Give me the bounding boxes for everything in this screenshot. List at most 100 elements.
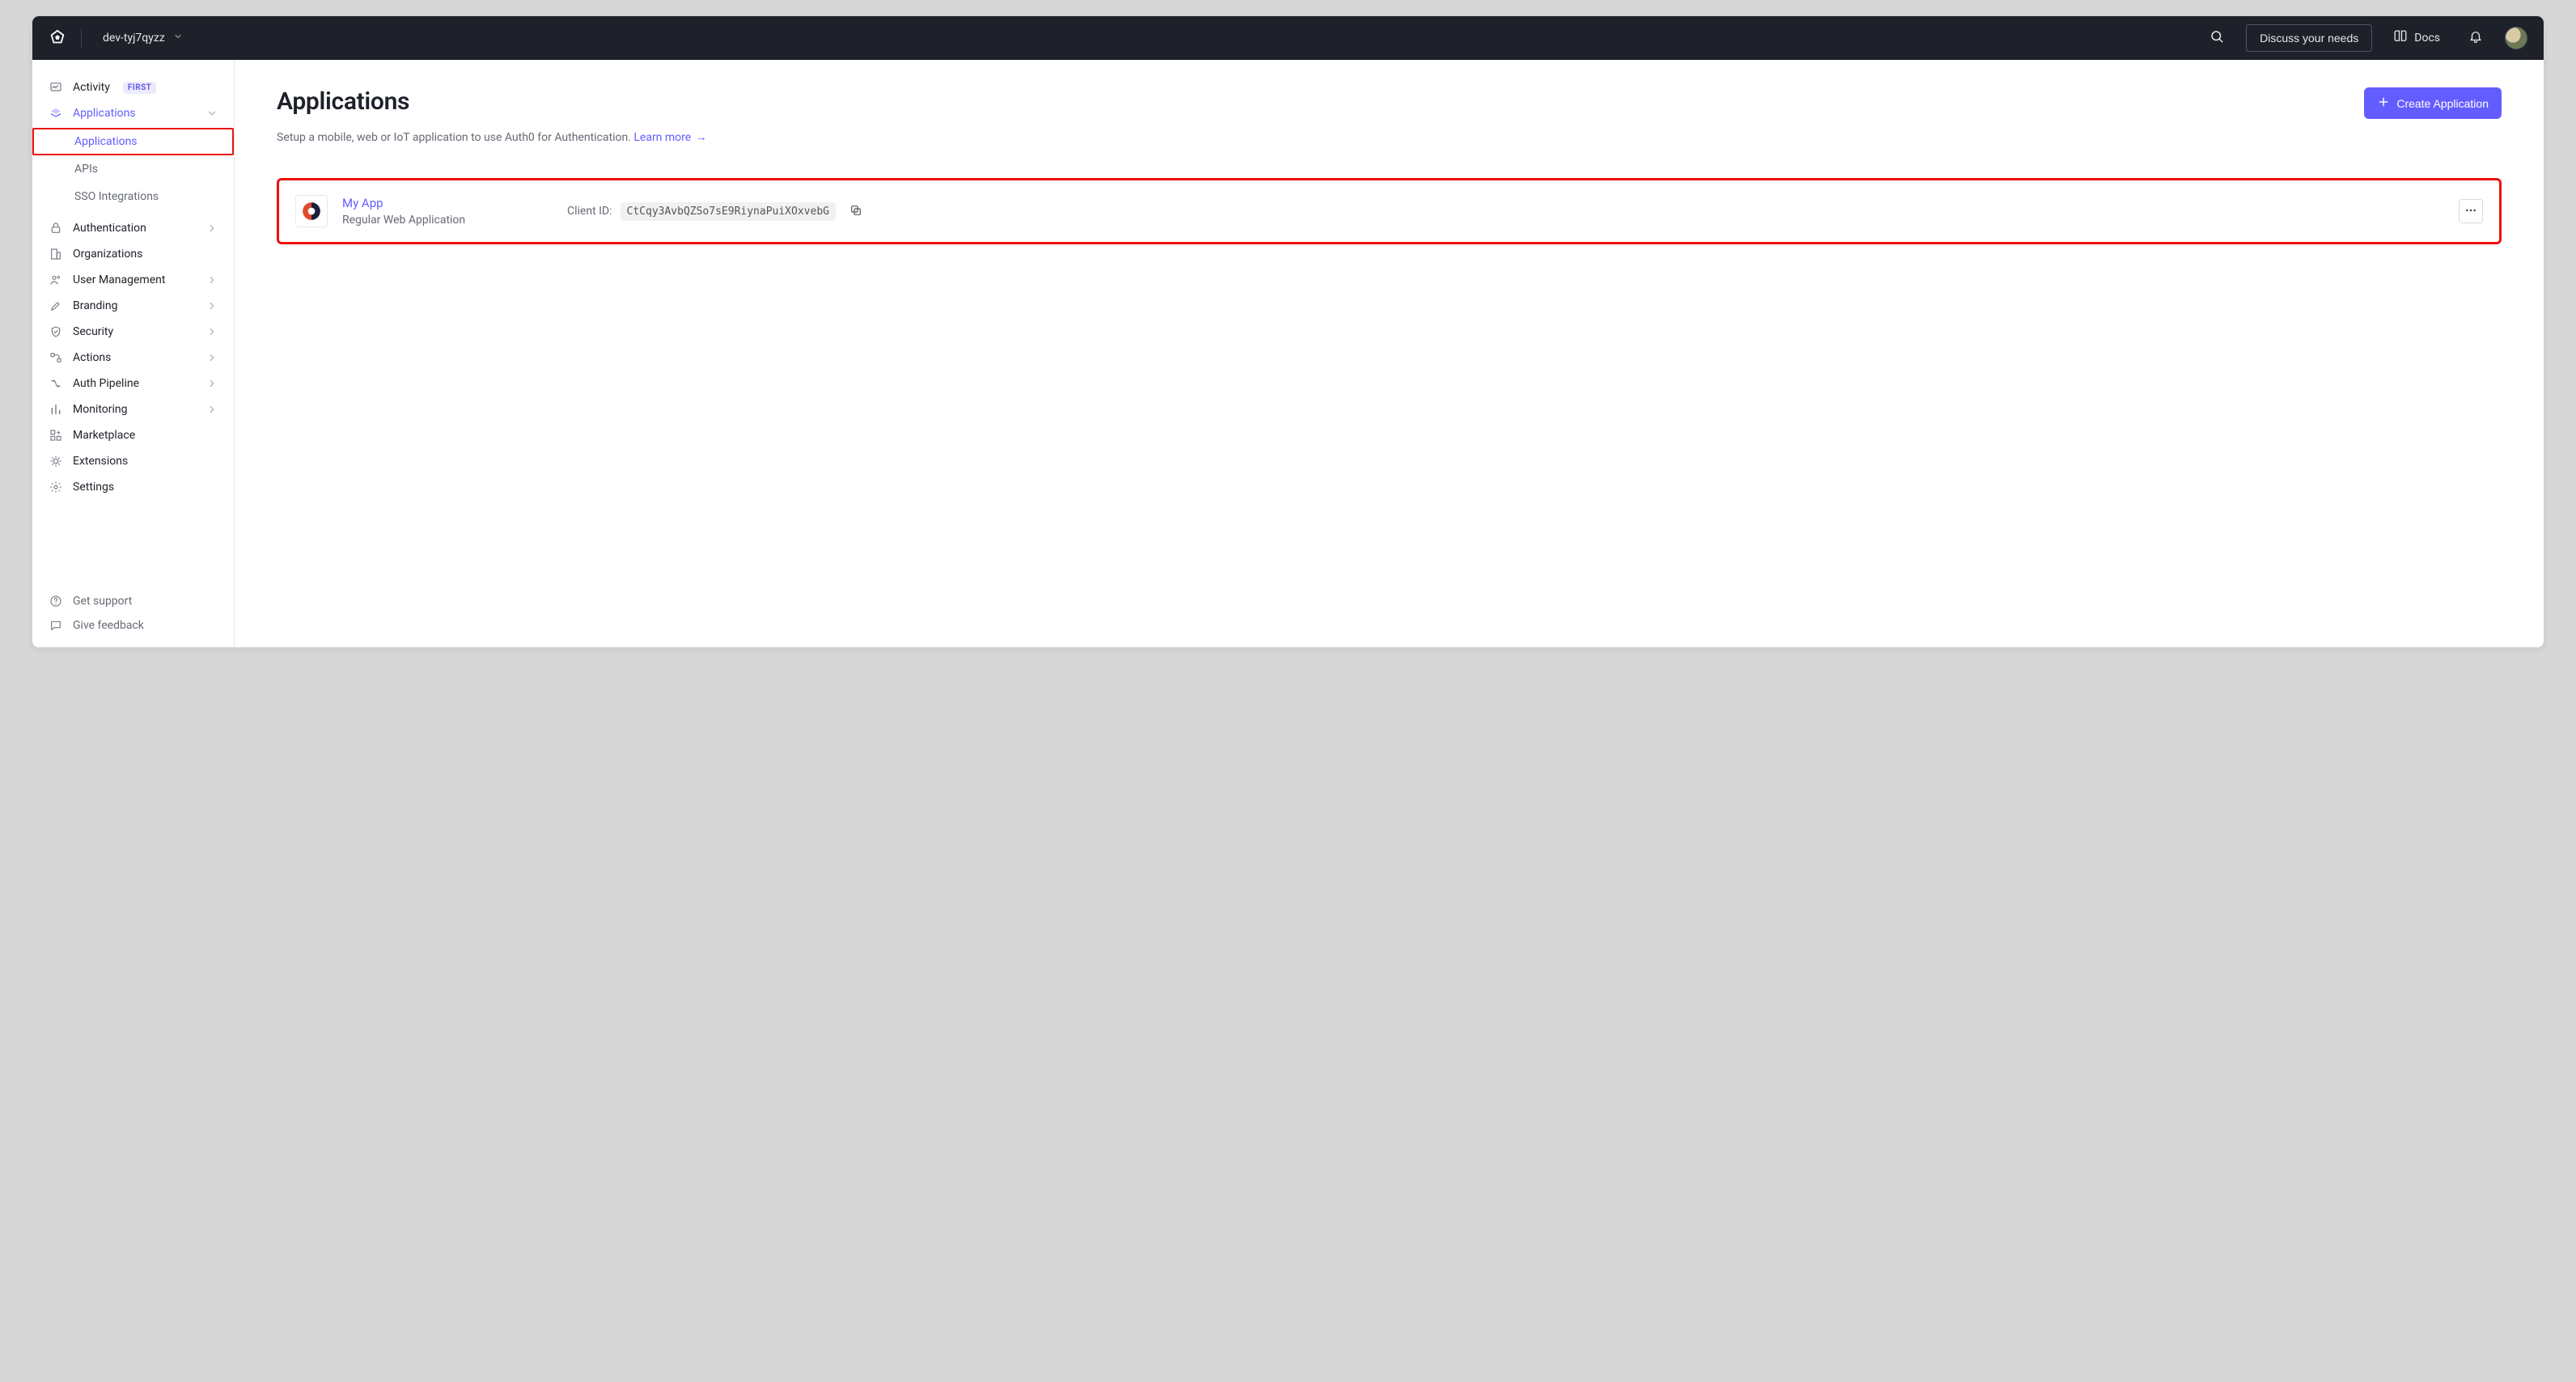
- client-id-value: CtCqy3AvbQZSo7sE9RiynaPuiXOxvebG: [621, 202, 836, 221]
- search-icon: [2210, 29, 2224, 47]
- client-id-block: Client ID: CtCqy3AvbQZSo7sE9RiynaPuiXOxv…: [567, 199, 868, 223]
- sidebar: Activity FIRST Applications Applications…: [32, 60, 235, 647]
- sidebar-item-branding[interactable]: Branding: [32, 293, 234, 319]
- layers-icon: [49, 107, 63, 120]
- bar-chart-icon: [49, 403, 63, 416]
- sidebar-item-label: Actions: [73, 351, 111, 364]
- chevron-right-icon: [206, 300, 218, 312]
- main-content: Applications Create Application Setup a …: [235, 60, 2544, 647]
- arrow-right-icon: →: [696, 131, 707, 144]
- sidebar-item-label: Authentication: [73, 222, 146, 235]
- application-name-link[interactable]: My App: [342, 196, 383, 210]
- chevron-right-icon: [206, 223, 218, 234]
- chevron-down-icon: [206, 108, 218, 119]
- copy-icon: [849, 204, 862, 219]
- sidebar-subnav-applications: Applications APIs SSO Integrations: [32, 126, 234, 215]
- bell-icon: [2468, 29, 2483, 47]
- tenant-name: dev-tyj7qyzz: [103, 32, 165, 45]
- sidebar-item-actions[interactable]: Actions: [32, 345, 234, 371]
- application-row: My App Regular Web Application Client ID…: [277, 178, 2502, 244]
- sidebar-subitem-apis[interactable]: APIs: [32, 155, 234, 183]
- sidebar-item-user-management[interactable]: User Management: [32, 267, 234, 293]
- brush-icon: [49, 299, 63, 312]
- sidebar-item-label: Settings: [73, 481, 114, 494]
- flow-icon: [49, 351, 63, 364]
- topbar-separator: [81, 28, 82, 48]
- feedback-label: Give feedback: [73, 619, 144, 632]
- plus-icon: [2377, 95, 2390, 111]
- app-window: dev-tyj7qyzz Discuss your needs Docs: [32, 16, 2544, 647]
- lock-icon: [49, 222, 63, 235]
- sidebar-item-label: Branding: [73, 299, 117, 312]
- application-logo: [295, 195, 328, 227]
- shield-icon: [49, 325, 63, 338]
- get-support-link[interactable]: Get support: [32, 589, 234, 613]
- chevron-right-icon: [206, 352, 218, 363]
- puzzle-icon: [49, 455, 63, 468]
- sidebar-item-label: Marketplace: [73, 429, 135, 442]
- application-meta: My App Regular Web Application: [342, 196, 520, 227]
- sidebar-item-label: Applications: [73, 107, 136, 120]
- chevron-right-icon: [206, 274, 218, 286]
- application-type: Regular Web Application: [342, 214, 520, 227]
- page-header: Applications Create Application: [277, 87, 2502, 119]
- docs-link[interactable]: Docs: [2387, 24, 2447, 52]
- chevron-right-icon: [206, 326, 218, 337]
- sidebar-subitem-sso[interactable]: SSO Integrations: [32, 183, 234, 210]
- discuss-needs-button[interactable]: Discuss your needs: [2246, 24, 2372, 52]
- topbar-left: dev-tyj7qyzz: [49, 27, 189, 49]
- copy-client-id-button[interactable]: [844, 199, 868, 223]
- sidebar-item-label: Security: [73, 325, 113, 338]
- book-icon: [2393, 29, 2408, 47]
- building-icon: [49, 248, 63, 261]
- sidebar-item-auth-pipeline[interactable]: Auth Pipeline: [32, 371, 234, 396]
- sidebar-item-monitoring[interactable]: Monitoring: [32, 396, 234, 422]
- sidebar-item-organizations[interactable]: Organizations: [32, 241, 234, 267]
- page-description: Setup a mobile, web or IoT application t…: [277, 130, 2502, 144]
- user-avatar[interactable]: [2505, 27, 2527, 49]
- message-icon: [49, 619, 63, 632]
- docs-label: Docs: [2414, 32, 2440, 45]
- create-application-button[interactable]: Create Application: [2364, 87, 2502, 119]
- sidebar-item-activity[interactable]: Activity FIRST: [32, 74, 234, 100]
- sidebar-item-label: User Management: [73, 273, 165, 286]
- more-horizontal-icon: [2464, 204, 2477, 219]
- sidebar-item-label: Activity: [73, 81, 110, 94]
- search-button[interactable]: [2202, 23, 2231, 53]
- sidebar-item-label: Monitoring: [73, 403, 128, 416]
- support-label: Get support: [73, 595, 132, 608]
- sidebar-item-extensions[interactable]: Extensions: [32, 448, 234, 474]
- sidebar-footer: Get support Give feedback: [32, 583, 234, 638]
- first-badge: FIRST: [123, 82, 156, 94]
- topbar-right: Discuss your needs Docs: [2202, 23, 2527, 53]
- users-icon: [49, 273, 63, 286]
- sidebar-item-settings[interactable]: Settings: [32, 474, 234, 500]
- sidebar-nav: Activity FIRST Applications Applications…: [32, 74, 234, 583]
- body: Activity FIRST Applications Applications…: [32, 60, 2544, 647]
- learn-more-link[interactable]: Learn more →: [633, 131, 706, 144]
- topbar: dev-tyj7qyzz Discuss your needs Docs: [32, 16, 2544, 60]
- page-title: Applications: [277, 87, 409, 116]
- sidebar-item-label: Organizations: [73, 248, 142, 261]
- client-id-label: Client ID:: [567, 205, 612, 218]
- sidebar-item-security[interactable]: Security: [32, 319, 234, 345]
- help-icon: [49, 595, 63, 608]
- sidebar-item-marketplace[interactable]: Marketplace: [32, 422, 234, 448]
- grid-add-icon: [49, 429, 63, 442]
- sidebar-item-label: Extensions: [73, 455, 128, 468]
- page-description-text: Setup a mobile, web or IoT application t…: [277, 131, 633, 144]
- tenant-switcher[interactable]: dev-tyj7qyzz: [96, 27, 189, 49]
- notifications-button[interactable]: [2461, 23, 2490, 53]
- sidebar-subitem-applications[interactable]: Applications: [32, 128, 234, 155]
- give-feedback-link[interactable]: Give feedback: [32, 613, 234, 638]
- sidebar-item-authentication[interactable]: Authentication: [32, 215, 234, 241]
- gear-icon: [49, 481, 63, 494]
- chevron-right-icon: [206, 378, 218, 389]
- sidebar-item-label: Auth Pipeline: [73, 377, 139, 390]
- pipeline-icon: [49, 377, 63, 390]
- sidebar-item-applications[interactable]: Applications: [32, 100, 234, 126]
- chevron-down-icon: [173, 32, 183, 45]
- application-actions-button[interactable]: [2459, 199, 2483, 223]
- create-button-label: Create Application: [2396, 97, 2489, 110]
- auth0-logo-icon: [49, 29, 66, 47]
